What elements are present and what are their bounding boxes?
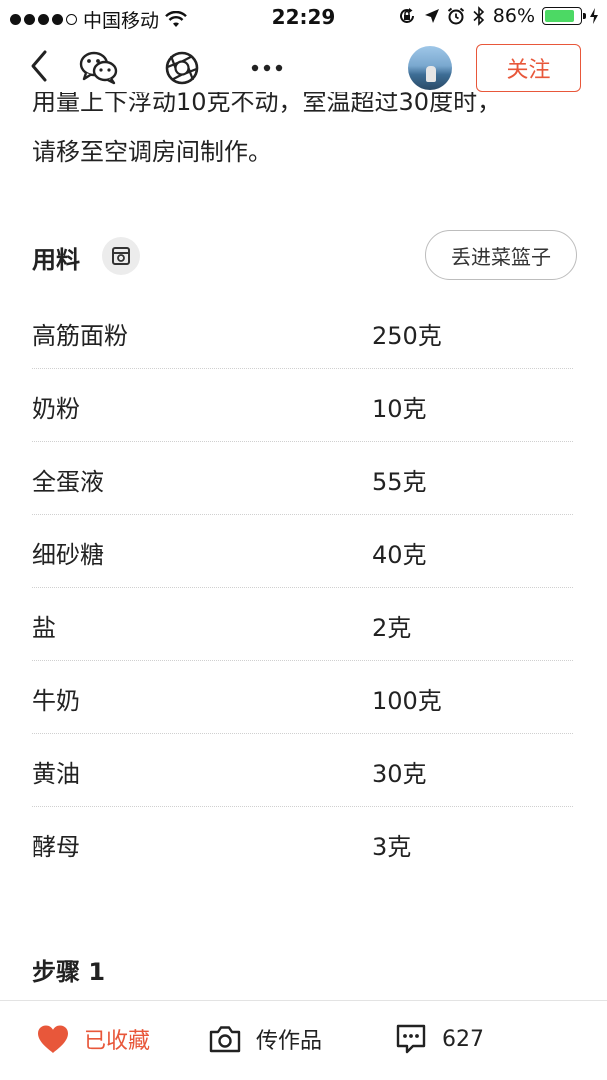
ingredient-row[interactable]: 奶粉 10克: [32, 369, 573, 442]
ingredient-amount: 100克: [372, 687, 442, 715]
ingredient-name: 奶粉: [32, 395, 80, 423]
comment-icon: [396, 1024, 426, 1054]
status-bar: 中国移动 22:29 86%: [0, 0, 607, 34]
ingredient-name: 黄油: [32, 760, 80, 788]
ingredient-amount: 3克: [372, 833, 412, 861]
follow-button[interactable]: 关注: [476, 44, 581, 92]
upload-label: 传作品: [256, 1029, 323, 1054]
ingredients-title: 用料: [32, 246, 80, 274]
comments-button[interactable]: 627: [394, 1023, 484, 1055]
ingredient-name: 全蛋液: [32, 468, 104, 496]
step-title: 步骤 1: [32, 958, 106, 986]
ingredient-amount: 2克: [372, 614, 412, 642]
ingredient-row[interactable]: 酵母 3克: [32, 807, 573, 880]
moments-icon[interactable]: [164, 50, 200, 86]
ingredient-name: 高筋面粉: [32, 322, 128, 350]
ingredient-row[interactable]: 盐 2克: [32, 588, 573, 661]
add-to-basket-button[interactable]: 丢进菜篮子: [425, 230, 577, 280]
ingredients-list: 高筋面粉 250克 奶粉 10克 全蛋液 55克 细砂糖 40克 盐 2克 牛奶…: [32, 296, 573, 880]
ingredient-row[interactable]: 牛奶 100克: [32, 661, 573, 734]
comment-count: 627: [442, 1026, 484, 1052]
status-right-group: 86%: [397, 5, 599, 27]
alarm-icon: [447, 7, 464, 25]
intro-line-partial: 用量上下浮动10克不动，室温超过30度时，: [32, 92, 502, 114]
nav-bar: 关注: [0, 38, 607, 98]
camera-icon: [209, 1026, 241, 1053]
wechat-icon[interactable]: [78, 50, 120, 86]
recipe-page: 中国移动 22:29 86% 关注 用量上下浮动10克不动，室温超过30度时， …: [0, 0, 607, 1080]
battery-icon: [542, 7, 586, 25]
ingredient-row[interactable]: 细砂糖 40克: [32, 515, 573, 588]
battery-fill: [545, 10, 575, 22]
ingredient-row[interactable]: 高筋面粉 250克: [32, 296, 573, 369]
back-arrow-icon[interactable]: [28, 48, 50, 84]
ingredient-name: 牛奶: [32, 687, 80, 715]
ingredient-amount: 10克: [372, 395, 427, 423]
ingredient-amount: 40克: [372, 541, 427, 569]
ingredient-amount: 30克: [372, 760, 427, 788]
ingredient-amount: 250克: [372, 322, 442, 350]
intro-line: 请移至空调房间制作。: [32, 138, 272, 166]
battery-percent: 86%: [492, 5, 535, 27]
upload-work-button[interactable]: 传作品: [208, 1023, 322, 1055]
rotation-lock-icon: [399, 8, 414, 23]
ingredients-header: 用料 丢进菜篮子: [32, 230, 577, 282]
ingredient-amount: 55克: [372, 468, 427, 496]
ingredient-row[interactable]: 全蛋液 55克: [32, 442, 573, 515]
more-icon[interactable]: [250, 63, 284, 73]
favorite-label: 已收藏: [84, 1029, 151, 1054]
ingredient-row[interactable]: 黄油 30克: [32, 734, 573, 807]
ingredient-name: 盐: [32, 614, 56, 642]
location-arrow-icon: [424, 9, 439, 23]
author-avatar[interactable]: [408, 46, 452, 90]
charging-icon: [590, 8, 598, 24]
favorite-button[interactable]: 已收藏: [36, 1023, 150, 1055]
bluetooth-icon: [473, 6, 484, 26]
ingredient-name: 酵母: [32, 833, 80, 861]
heart-icon: [38, 1025, 68, 1053]
ingredient-name: 细砂糖: [32, 541, 104, 569]
scale-icon[interactable]: [102, 237, 140, 275]
bottom-action-bar: 已收藏 传作品 627: [0, 1000, 607, 1080]
